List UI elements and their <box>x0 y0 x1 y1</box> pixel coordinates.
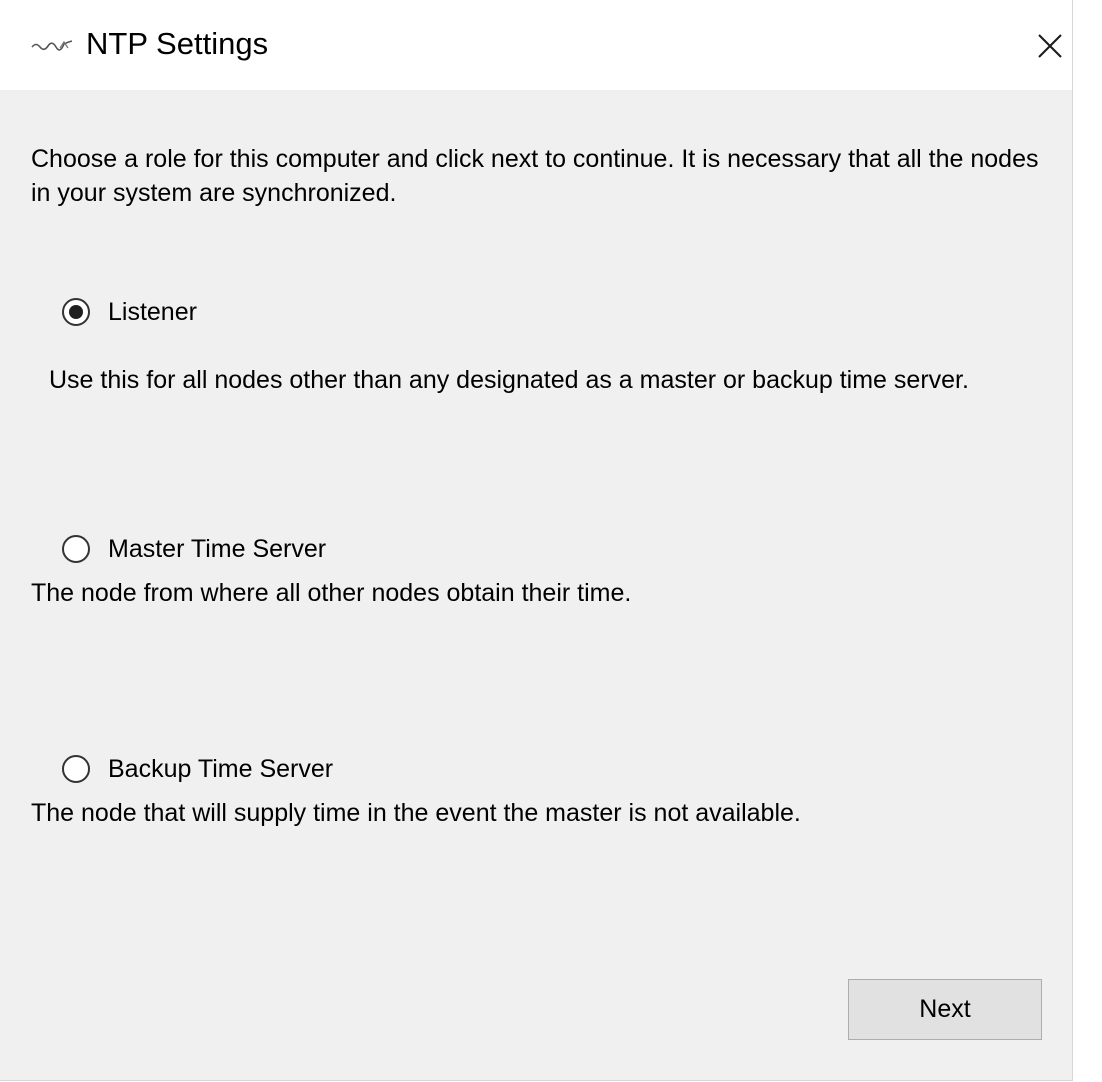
intro-text: Choose a role for this computer and clic… <box>31 145 1039 207</box>
radio-label-master-time-server[interactable]: Master Time Server <box>108 532 326 566</box>
radio-label-backup-time-server[interactable]: Backup Time Server <box>108 752 333 786</box>
radio-label-listener[interactable]: Listener <box>108 295 197 329</box>
radio-button-listener[interactable] <box>62 298 90 326</box>
close-icon[interactable] <box>1037 33 1063 59</box>
title-bar: NTP Settings <box>0 0 1072 90</box>
description-listener: Use this for all nodes other than any de… <box>49 366 969 394</box>
description-master-time-server: The node from where all other nodes obta… <box>31 579 632 607</box>
close-button[interactable] <box>1030 26 1070 66</box>
radio-master-time-server[interactable]: Master Time Server <box>62 532 326 566</box>
next-button[interactable]: Next <box>848 979 1042 1040</box>
description-backup-time-server: The node that will supply time in the ev… <box>31 799 801 827</box>
window-title: NTP Settings <box>86 26 269 61</box>
radio-listener[interactable]: Listener <box>62 295 197 329</box>
radio-selected-dot <box>69 305 83 319</box>
ntp-settings-dialog: NTP Settings Choose a role for this comp… <box>0 0 1073 1081</box>
radio-button-master-time-server[interactable] <box>62 535 90 563</box>
app-logo-icon <box>31 40 73 51</box>
radio-button-backup-time-server[interactable] <box>62 755 90 783</box>
radio-backup-time-server[interactable]: Backup Time Server <box>62 752 333 786</box>
